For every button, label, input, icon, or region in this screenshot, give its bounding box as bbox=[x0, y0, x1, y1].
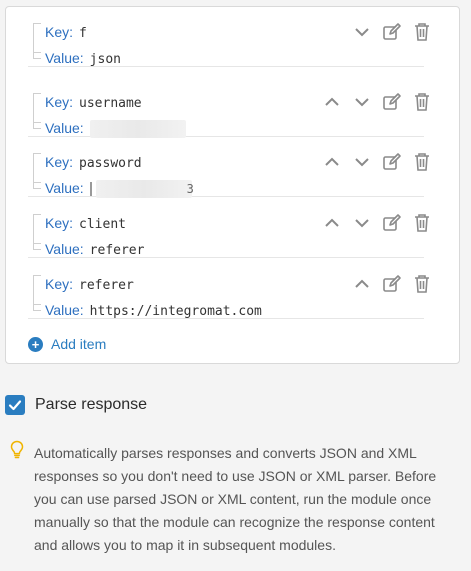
edit-button[interactable] bbox=[380, 20, 404, 44]
help-text: Automatically parses responses and conve… bbox=[34, 445, 437, 553]
key-row: Key: password bbox=[45, 152, 142, 172]
trash-icon bbox=[415, 153, 429, 171]
move-up-button[interactable] bbox=[350, 272, 374, 296]
list-item: Key: password Value: 3 bbox=[28, 137, 429, 199]
key-row: Key: username bbox=[45, 92, 142, 112]
add-item-label: Add item bbox=[51, 336, 107, 352]
item-bracket bbox=[33, 291, 41, 311]
checkmark-icon bbox=[8, 400, 22, 411]
value-label: Value: bbox=[45, 50, 84, 66]
trash-icon bbox=[415, 93, 429, 111]
list-item: Key: client Value: referer bbox=[28, 198, 429, 259]
item-actions bbox=[344, 271, 434, 297]
chevron-down-icon bbox=[355, 28, 369, 37]
key-value[interactable]: username bbox=[79, 96, 142, 111]
value-label: Value: bbox=[45, 120, 84, 136]
item-actions bbox=[344, 19, 434, 45]
move-down-button[interactable] bbox=[350, 150, 374, 174]
move-down-button[interactable] bbox=[350, 211, 374, 235]
key-label: Key: bbox=[45, 276, 74, 292]
value-row: Value: bbox=[45, 118, 186, 139]
key-value[interactable]: password bbox=[79, 156, 142, 171]
delete-button[interactable] bbox=[410, 211, 434, 235]
text-cursor bbox=[89, 182, 92, 197]
move-up-button[interactable] bbox=[320, 211, 344, 235]
key-row: Key: client bbox=[45, 213, 126, 233]
item-bracket bbox=[33, 230, 41, 250]
key-value[interactable]: referer bbox=[79, 278, 134, 293]
edit-icon bbox=[383, 153, 401, 170]
redacted-value bbox=[89, 120, 186, 139]
delete-button[interactable] bbox=[410, 150, 434, 174]
chevron-up-icon bbox=[325, 218, 339, 227]
value-row: Value: referer bbox=[45, 239, 144, 259]
edit-button[interactable] bbox=[380, 150, 404, 174]
delete-button[interactable] bbox=[410, 272, 434, 296]
item-bracket bbox=[33, 169, 41, 189]
plus-circle-icon: + bbox=[28, 336, 43, 352]
key-row: Key: f bbox=[45, 22, 87, 42]
move-up-button[interactable] bbox=[320, 90, 344, 114]
edit-icon bbox=[383, 93, 401, 110]
value-row: Value: 3 bbox=[45, 178, 194, 199]
value-label: Value: bbox=[45, 180, 84, 196]
item-bracket bbox=[33, 39, 41, 59]
item-bracket bbox=[33, 109, 41, 129]
chevron-up-icon bbox=[355, 279, 369, 288]
item-actions bbox=[314, 210, 434, 236]
value-row: Value: https://integromat.com bbox=[45, 300, 262, 320]
edit-icon bbox=[383, 275, 401, 292]
value-tail: 3 bbox=[186, 182, 194, 196]
trash-icon bbox=[415, 275, 429, 293]
value-row: Value: json bbox=[45, 48, 121, 68]
edit-button[interactable] bbox=[380, 272, 404, 296]
value-label: Value: bbox=[45, 302, 84, 318]
add-item-button[interactable]: + Add item bbox=[28, 334, 106, 354]
redacted-value bbox=[95, 180, 192, 199]
parse-response-label[interactable]: Parse response bbox=[35, 396, 147, 414]
key-label: Key: bbox=[45, 215, 74, 231]
query-string-panel: Key: f Value: json Key: username Value: bbox=[5, 6, 460, 364]
item-actions bbox=[314, 149, 434, 175]
value-value[interactable]: referer bbox=[90, 243, 145, 258]
edit-button[interactable] bbox=[380, 90, 404, 114]
value-label: Value: bbox=[45, 241, 84, 257]
edit-icon bbox=[383, 23, 401, 40]
key-label: Key: bbox=[45, 24, 74, 40]
delete-button[interactable] bbox=[410, 90, 434, 114]
key-row: Key: referer bbox=[45, 274, 134, 294]
chevron-up-icon bbox=[325, 157, 339, 166]
trash-icon bbox=[415, 214, 429, 232]
trash-icon bbox=[415, 23, 429, 41]
list-item: Key: referer Value: https://integromat.com bbox=[28, 259, 429, 320]
key-value[interactable]: f bbox=[79, 26, 87, 41]
move-down-button[interactable] bbox=[350, 20, 374, 44]
edit-icon bbox=[383, 214, 401, 231]
value-value[interactable]: https://integromat.com bbox=[90, 304, 262, 319]
list-item: Key: username Value: bbox=[28, 77, 429, 139]
chevron-down-icon bbox=[355, 219, 369, 228]
lightbulb-icon bbox=[10, 440, 24, 459]
parse-response-option: Parse response bbox=[5, 393, 147, 417]
chevron-down-icon bbox=[355, 98, 369, 107]
edit-button[interactable] bbox=[380, 211, 404, 235]
list-item: Key: f Value: json bbox=[28, 7, 429, 68]
value-value[interactable]: json bbox=[90, 52, 121, 67]
item-actions bbox=[314, 89, 434, 115]
parse-response-checkbox[interactable] bbox=[5, 395, 25, 415]
delete-button[interactable] bbox=[410, 20, 434, 44]
key-label: Key: bbox=[45, 94, 74, 110]
key-label: Key: bbox=[45, 154, 74, 170]
chevron-down-icon bbox=[355, 158, 369, 167]
move-down-button[interactable] bbox=[350, 90, 374, 114]
key-value[interactable]: client bbox=[79, 217, 126, 232]
move-up-button[interactable] bbox=[320, 150, 344, 174]
chevron-up-icon bbox=[325, 97, 339, 106]
